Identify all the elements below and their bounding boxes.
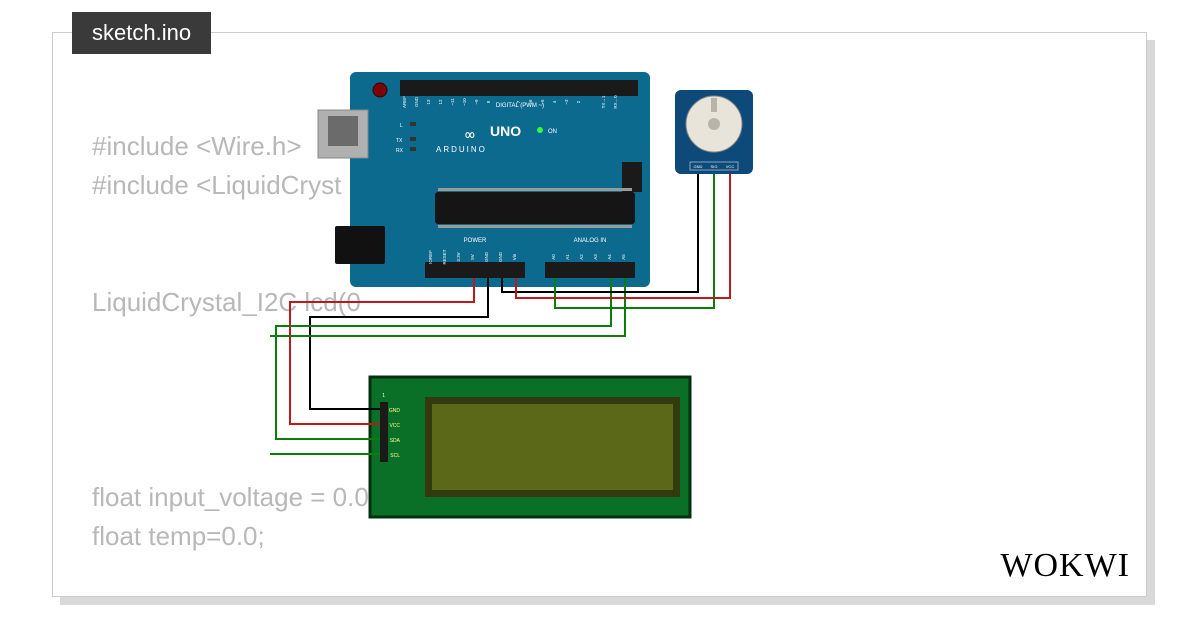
svg-text:12: 12 xyxy=(438,99,443,105)
svg-text:A1: A1 xyxy=(565,254,570,260)
svg-text:L: L xyxy=(400,123,403,129)
svg-text:POWER: POWER xyxy=(464,238,487,244)
svg-text:GND: GND xyxy=(484,251,489,262)
svg-text:~11: ~11 xyxy=(450,98,455,106)
svg-text:RX: RX xyxy=(396,148,404,154)
svg-text:~10: ~10 xyxy=(462,98,467,106)
svg-text:5V: 5V xyxy=(470,254,475,260)
wokwi-logo: WOKWI xyxy=(1000,547,1130,585)
svg-text:GND: GND xyxy=(389,408,401,414)
svg-text:GND: GND xyxy=(694,164,703,169)
svg-text:GND: GND xyxy=(414,96,419,107)
svg-text:~9: ~9 xyxy=(474,99,479,105)
svg-text:TX: TX xyxy=(396,138,403,144)
svg-text:ON: ON xyxy=(548,129,557,135)
svg-text:IOREF: IOREF xyxy=(428,250,433,264)
svg-text:~6: ~6 xyxy=(528,99,533,105)
svg-text:SCL: SCL xyxy=(390,453,400,459)
svg-text:TX→1: TX→1 xyxy=(601,95,606,108)
board-brand: ARDUINO xyxy=(436,145,487,154)
filename-tab[interactable]: sketch.ino xyxy=(72,12,211,54)
board-model: UNO xyxy=(490,123,521,139)
svg-text:Vin: Vin xyxy=(512,253,517,260)
svg-text:A0: A0 xyxy=(551,254,556,260)
svg-text:A3: A3 xyxy=(593,254,598,260)
circuit-canvas[interactable]: DIGITAL (PWM ~) AREF GND 13 12 ~11 ~10 ~… xyxy=(270,62,920,542)
svg-text:SDA: SDA xyxy=(390,438,401,444)
svg-text:AREF: AREF xyxy=(402,96,407,108)
svg-text:VCC: VCC xyxy=(726,164,735,169)
svg-text:A5: A5 xyxy=(621,254,626,260)
svg-text:3.3V: 3.3V xyxy=(456,252,461,261)
lcd-i2c[interactable]: 1 GND VCC SDA SCL xyxy=(370,377,690,517)
svg-text:13: 13 xyxy=(426,99,431,105)
svg-text:RESET: RESET xyxy=(442,249,447,264)
svg-text:GND: GND xyxy=(498,251,503,262)
svg-text:1: 1 xyxy=(382,393,385,399)
infinity-icon: ∞ xyxy=(465,125,475,144)
svg-text:A4: A4 xyxy=(607,254,612,260)
svg-text:RX←0: RX←0 xyxy=(613,95,618,109)
svg-text:~5: ~5 xyxy=(540,99,545,105)
potentiometer[interactable]: GND SIG VCC xyxy=(675,90,753,174)
svg-text:~3: ~3 xyxy=(564,99,569,105)
svg-text:A2: A2 xyxy=(579,254,584,260)
svg-text:SIG: SIG xyxy=(711,164,718,169)
svg-text:VCC: VCC xyxy=(389,423,400,429)
arduino-uno[interactable]: DIGITAL (PWM ~) AREF GND 13 12 ~11 ~10 ~… xyxy=(318,72,650,287)
svg-text:ANALOG IN: ANALOG IN xyxy=(574,238,607,244)
code-line: float temp=0.0; xyxy=(92,521,265,551)
